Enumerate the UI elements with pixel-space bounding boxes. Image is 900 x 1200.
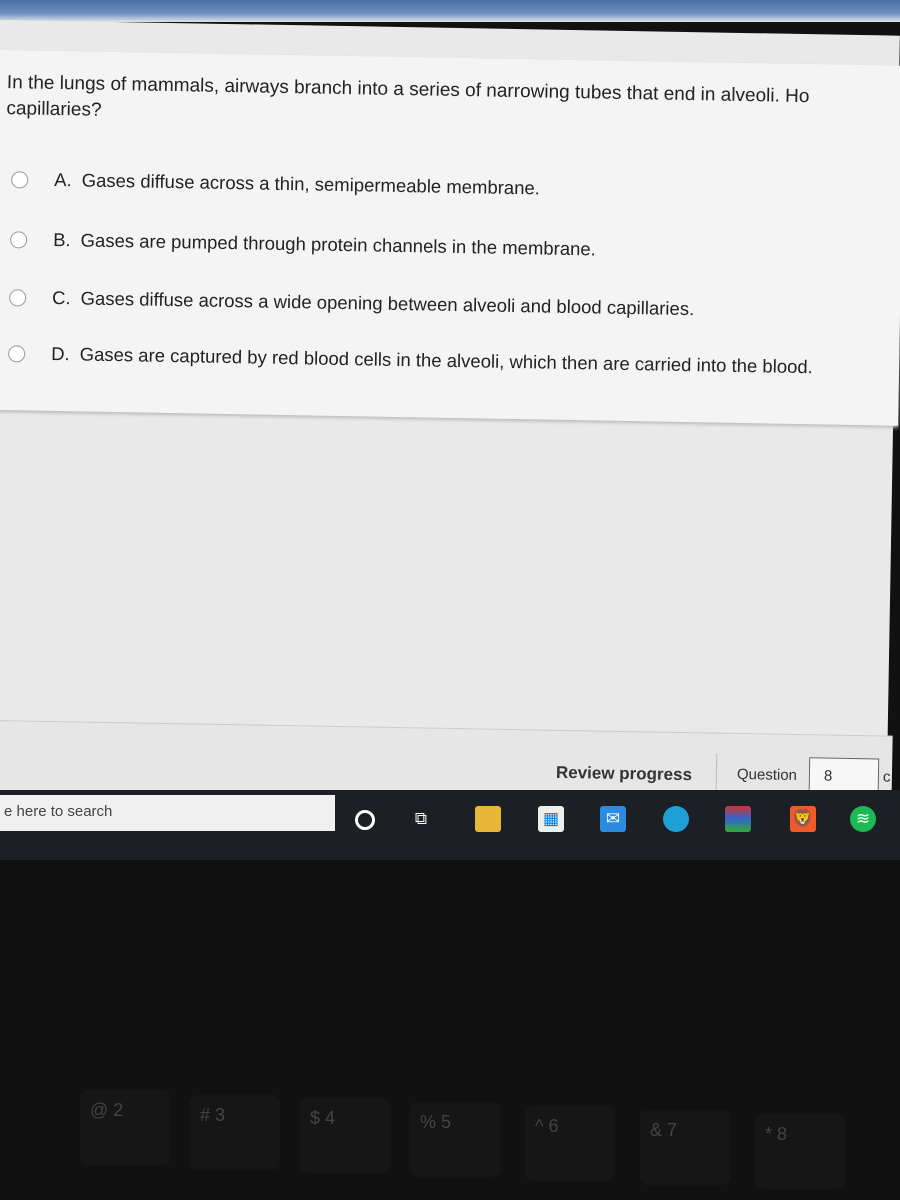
key: * 8 <box>755 1114 845 1189</box>
store-icon[interactable]: ▦ <box>538 806 564 832</box>
option-text: Gases diffuse across a wide opening betw… <box>80 287 695 320</box>
task-view-icon[interactable]: ⧉ <box>408 806 434 832</box>
option-text: Gases are captured by red blood cells in… <box>79 343 813 378</box>
key: # 3 <box>190 1095 280 1170</box>
option-letter: C. <box>51 286 71 309</box>
question-label: Question <box>736 765 798 785</box>
radio-button[interactable] <box>10 230 28 249</box>
option-letter: B. <box>52 228 71 251</box>
edge-icon[interactable] <box>663 806 689 832</box>
cortana-icon[interactable] <box>355 810 375 830</box>
option-text: Gases diffuse across a thin, semipermeab… <box>81 169 541 199</box>
mail-icon[interactable]: ✉ <box>600 806 626 832</box>
radio-button[interactable] <box>9 288 27 306</box>
quiz-screen: In the lungs of mammals, airways branch … <box>0 20 900 836</box>
question-text: In the lungs of mammals, airways branch … <box>6 70 809 136</box>
option-letter: A. <box>54 168 72 191</box>
option-c[interactable]: C. Gases diffuse across a wide opening be… <box>9 286 694 320</box>
radio-button[interactable] <box>11 170 29 189</box>
option-text: Gases are pumped through protein channel… <box>80 229 596 260</box>
key: ^ 6 <box>525 1106 615 1181</box>
key: $ 4 <box>300 1098 390 1173</box>
question-number-select[interactable]: 8 <box>808 757 880 795</box>
winrar-icon[interactable] <box>725 806 751 832</box>
option-d[interactable]: D. Gases are captured by red blood cells … <box>8 342 813 378</box>
keyboard: @ 2 # 3 $ 4 % 5 ^ 6 & 7 * 8 <box>0 1030 900 1200</box>
key: & 7 <box>640 1110 730 1185</box>
brave-icon[interactable]: 🦁 <box>790 806 816 832</box>
key: @ 2 <box>80 1090 170 1165</box>
taskbar-search-input[interactable]: e here to search <box>0 795 335 831</box>
radio-button[interactable] <box>8 344 26 362</box>
key: % 5 <box>410 1102 500 1177</box>
question-of-label: c <box>882 768 891 786</box>
option-a[interactable]: A. Gases diffuse across a thin, semiperme… <box>11 168 540 199</box>
option-letter: D. <box>51 342 70 365</box>
option-b[interactable]: B. Gases are pumped through protein chann… <box>10 228 596 260</box>
file-explorer-icon[interactable] <box>475 806 501 832</box>
question-card: In the lungs of mammals, airways branch … <box>0 49 900 426</box>
spotify-icon[interactable]: ≋ <box>850 806 876 832</box>
browser-top-bar <box>0 0 900 22</box>
windows-taskbar: e here to search ⧉ ▦ ✉ 🦁 ≋ <box>0 790 900 860</box>
